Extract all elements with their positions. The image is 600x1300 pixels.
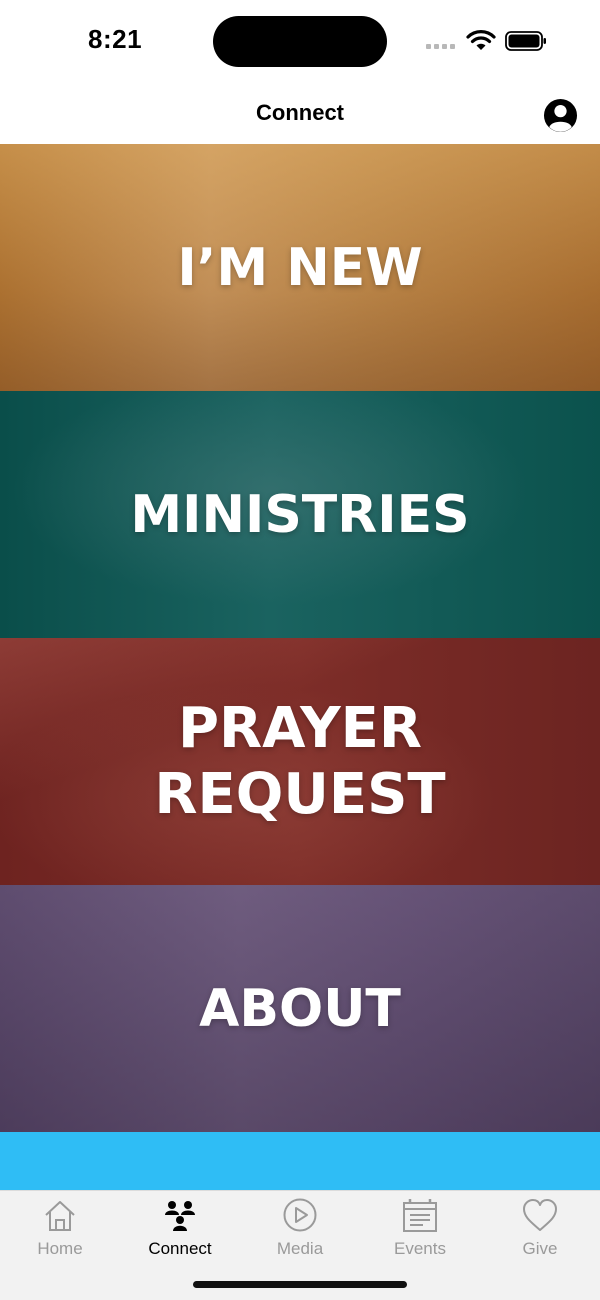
heart-icon [523, 1199, 557, 1231]
battery-icon [505, 31, 546, 51]
status-bar: 8:21 [0, 0, 600, 86]
im-new-label: I’M NEW [177, 237, 423, 298]
tab-events-label: Events [394, 1239, 446, 1258]
people-icon [165, 1201, 195, 1231]
cellular-signal-icon [426, 44, 455, 49]
ministries-label: MINISTRIES [130, 484, 470, 545]
tab-connect[interactable]: Connect [120, 1197, 240, 1263]
im-new-tile[interactable]: I’M NEW [0, 144, 600, 391]
nav-bar: Connect [0, 86, 600, 144]
tab-media[interactable]: Media [240, 1197, 360, 1263]
home-icon [45, 1201, 75, 1231]
calendar-icon [403, 1199, 437, 1232]
dynamic-island [213, 16, 387, 67]
about-label: ABOUT [199, 978, 401, 1039]
tab-home[interactable]: Home [0, 1197, 120, 1263]
tab-events[interactable]: Events [360, 1197, 480, 1263]
tab-give[interactable]: Give [480, 1197, 600, 1263]
tab-connect-label: Connect [148, 1239, 212, 1258]
wifi-icon [466, 30, 496, 50]
ministries-tile[interactable]: MINISTRIES [0, 391, 600, 638]
prayer-request-tile[interactable]: PRAYER REQUEST [0, 638, 600, 885]
prayer-request-label: PRAYER REQUEST [154, 695, 446, 827]
page-title: Connect [256, 100, 344, 125]
person-circle-icon[interactable] [543, 98, 578, 133]
tab-media-label: Media [276, 1239, 324, 1258]
tab-home-label: Home [37, 1239, 83, 1258]
tab-give-label: Give [522, 1239, 558, 1258]
partial-tile-strip[interactable] [0, 1132, 600, 1190]
about-tile[interactable]: ABOUT [0, 885, 600, 1132]
play-circle-icon [283, 1198, 317, 1232]
status-time: 8:21 [88, 24, 143, 54]
home-indicator[interactable] [193, 1281, 407, 1288]
